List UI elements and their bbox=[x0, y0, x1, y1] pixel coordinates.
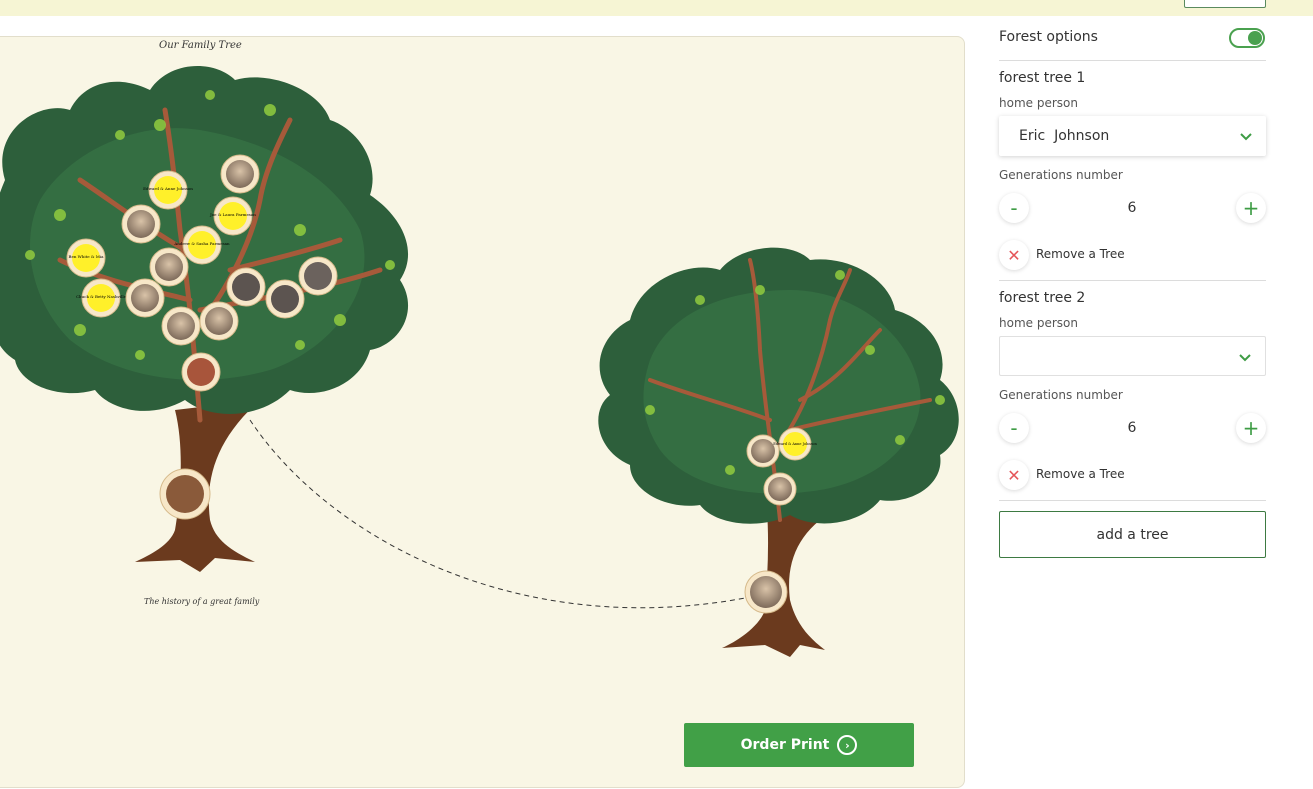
order-print-label: Order Print bbox=[740, 737, 830, 753]
person-node[interactable] bbox=[199, 301, 239, 341]
person-node[interactable]: Ben White & Mia bbox=[66, 238, 106, 278]
person-node[interactable] bbox=[746, 434, 780, 468]
close-icon[interactable]: ✕ bbox=[999, 460, 1029, 490]
divider bbox=[999, 500, 1266, 501]
toggle-knob bbox=[1248, 31, 1262, 45]
close-icon[interactable]: ✕ bbox=[999, 240, 1029, 270]
generations-increment-button[interactable]: + bbox=[1236, 413, 1266, 443]
remove-tree-1-button[interactable]: Remove a Tree bbox=[1036, 247, 1125, 261]
person-node[interactable] bbox=[149, 247, 189, 287]
top-banner-button[interactable] bbox=[1184, 0, 1266, 8]
generations-value: 6 bbox=[1127, 420, 1137, 436]
chevron-right-circle-icon: › bbox=[837, 735, 858, 755]
home-person-label: home person bbox=[999, 316, 1078, 330]
forest-tree-2-heading: forest tree 2 bbox=[999, 290, 1086, 306]
chevron-down-icon bbox=[1239, 354, 1251, 362]
remove-tree-2-button[interactable]: Remove a Tree bbox=[1036, 467, 1125, 481]
divider bbox=[999, 60, 1266, 61]
person-node[interactable] bbox=[121, 204, 161, 244]
generations-value: 6 bbox=[1127, 200, 1137, 216]
generations-decrement-button[interactable]: - bbox=[999, 193, 1029, 223]
svg-text:Edward & Anne Johnson: Edward & Anne Johnson bbox=[143, 186, 193, 191]
forest-options-label: Forest options bbox=[999, 29, 1098, 45]
person-node[interactable] bbox=[161, 306, 201, 346]
generations-label: Generations number bbox=[999, 388, 1123, 402]
svg-text:Edward & Anne Johnson: Edward & Anne Johnson bbox=[773, 442, 817, 446]
person-node[interactable] bbox=[181, 352, 221, 392]
home-person-value: Eric Johnson bbox=[1019, 128, 1110, 144]
tree-title: Our Family Tree bbox=[159, 40, 242, 51]
svg-text:Chuck & Betty Nashville: Chuck & Betty Nashville bbox=[76, 294, 127, 299]
divider bbox=[999, 280, 1266, 281]
svg-text:Joe & Laura Parmesan: Joe & Laura Parmesan bbox=[209, 212, 256, 217]
tree-subtitle: The history of a great family bbox=[144, 597, 260, 606]
person-node[interactable] bbox=[125, 278, 165, 318]
home-person-node[interactable] bbox=[159, 468, 211, 520]
forest-illustration: Edward & Anne Johnson Joe & Laura Parmes… bbox=[0, 66, 959, 657]
forest-tree-1-heading: forest tree 1 bbox=[999, 70, 1086, 86]
home-person-node[interactable] bbox=[744, 570, 788, 614]
person-node[interactable] bbox=[226, 267, 266, 307]
order-print-button[interactable]: Order Print › bbox=[684, 723, 914, 767]
generations-decrement-button[interactable]: - bbox=[999, 413, 1029, 443]
add-tree-button[interactable]: add a tree bbox=[999, 511, 1266, 558]
chevron-down-icon bbox=[1240, 133, 1252, 141]
home-person-label: home person bbox=[999, 96, 1078, 110]
home-person-select-2[interactable] bbox=[999, 336, 1266, 376]
person-node[interactable] bbox=[220, 154, 260, 194]
generations-label: Generations number bbox=[999, 168, 1123, 182]
home-person-select-1[interactable]: Eric Johnson bbox=[999, 116, 1266, 156]
person-node[interactable] bbox=[298, 256, 338, 296]
generations-increment-button[interactable]: + bbox=[1236, 193, 1266, 223]
svg-text:Andrew & Sasha Parmesan: Andrew & Sasha Parmesan bbox=[173, 241, 230, 246]
person-node[interactable] bbox=[265, 279, 305, 319]
person-node[interactable] bbox=[763, 472, 797, 506]
forest-options-toggle[interactable] bbox=[1229, 28, 1265, 48]
svg-text:Ben White & Mia: Ben White & Mia bbox=[69, 254, 105, 259]
